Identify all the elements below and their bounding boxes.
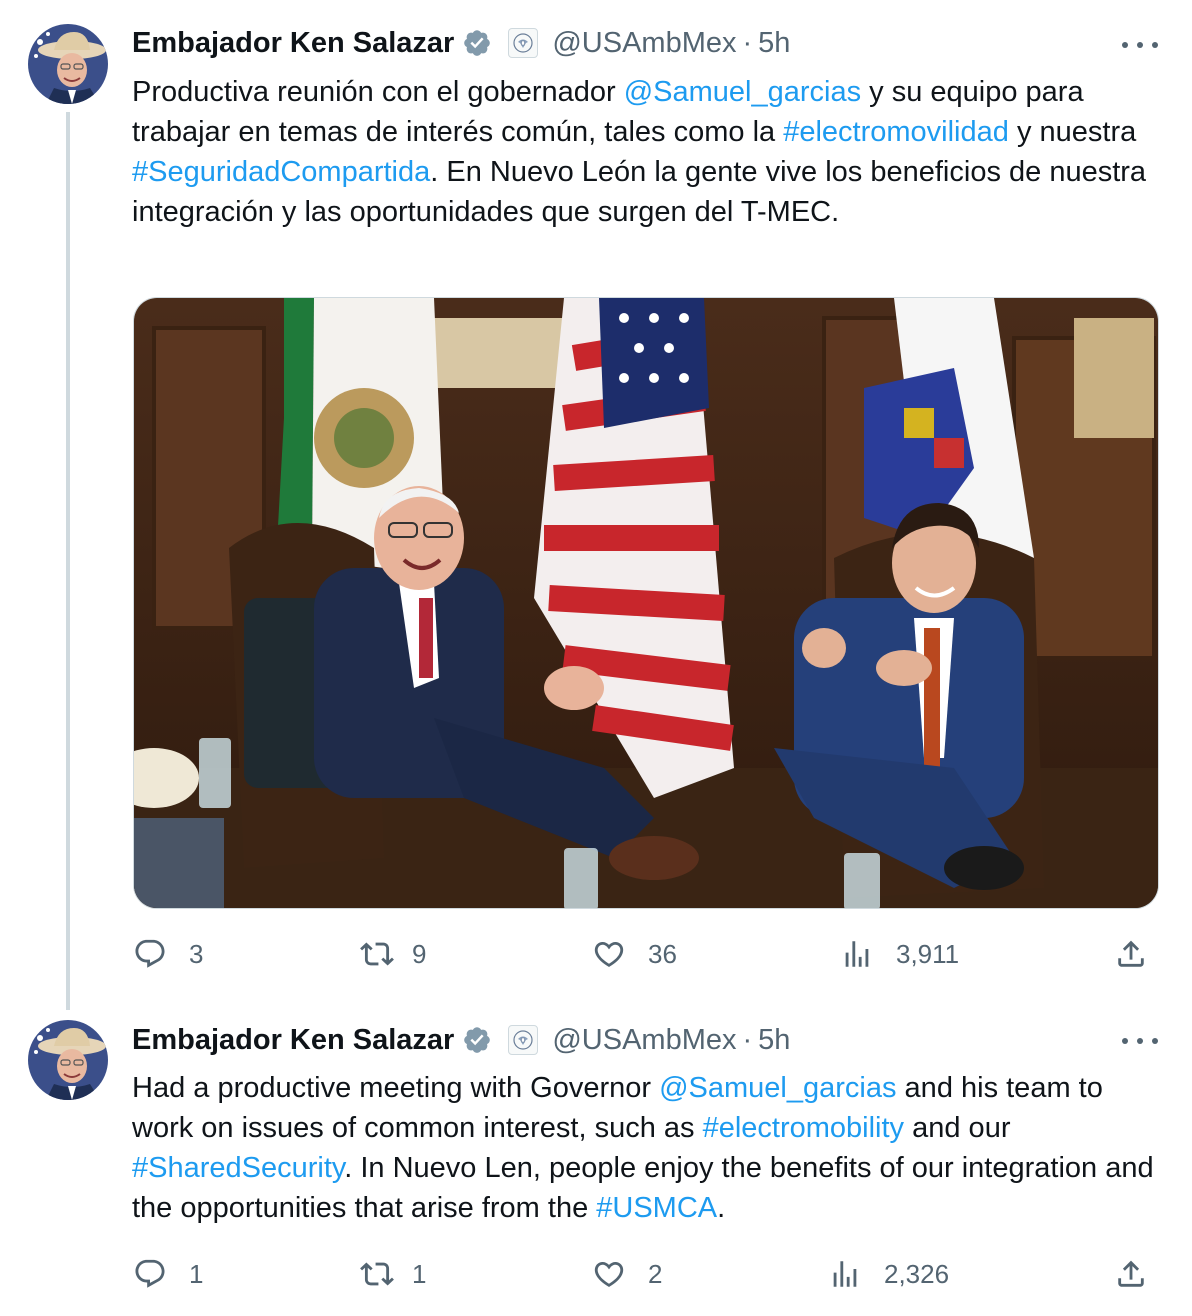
tweet-text: Productiva reunión con el gobernador @Sa…	[132, 72, 1162, 232]
timestamp[interactable]: 5h	[758, 27, 790, 60]
author-handle[interactable]: @USAmbMex	[552, 1024, 736, 1057]
mention-link[interactable]: @Samuel_garcias	[624, 76, 861, 108]
author-handle[interactable]: @USAmbMex	[552, 27, 736, 60]
timestamp[interactable]: 5h	[758, 1024, 790, 1057]
tweet-text-segment: Had a productive meeting with Governor	[132, 1072, 660, 1104]
share-icon	[1118, 940, 1144, 967]
reply-button[interactable]: 3	[133, 934, 203, 974]
reply-icon	[135, 1259, 165, 1288]
retweet-button[interactable]: 9	[360, 934, 426, 974]
separator-dot: ·	[742, 26, 753, 59]
reply-count: 3	[189, 938, 204, 969]
retweet-count: 1	[412, 1258, 427, 1289]
tweet-text-segment: and our	[904, 1112, 1011, 1144]
tweet-text: Had a productive meeting with Governor @…	[132, 1068, 1162, 1228]
views-icon	[833, 1261, 857, 1287]
views-icon	[845, 941, 869, 967]
avatar[interactable]	[28, 1020, 108, 1100]
tweet-text-segment: Productiva reunión con el gobernador	[132, 76, 624, 108]
tweet-actions: 1 1 2 2,326	[0, 1254, 1192, 1294]
like-button[interactable]: 2	[592, 1254, 662, 1294]
views-count: 3,911	[896, 938, 960, 969]
thread-connector-line	[66, 112, 70, 1010]
tweet-header: Embajador Ken Salazar @USAmbMex · 5h	[132, 1020, 790, 1060]
us-seal-icon[interactable]	[508, 1025, 539, 1055]
heart-icon	[594, 1261, 624, 1287]
avatar[interactable]	[28, 24, 108, 104]
retweet-icon	[360, 1262, 394, 1286]
separator-dot: ·	[742, 1023, 753, 1056]
author-name[interactable]: Embajador Ken Salazar	[132, 27, 454, 60]
heart-icon	[594, 941, 624, 967]
hashtag-link[interactable]: #electromobility	[703, 1112, 904, 1144]
verified-badge-icon[interactable]	[462, 28, 492, 58]
hashtag-link[interactable]: #USMCA	[596, 1192, 717, 1224]
share-button[interactable]	[1114, 1254, 1148, 1294]
retweet-icon	[360, 942, 394, 966]
more-options-icon[interactable]	[1122, 40, 1158, 50]
tweet-header: Embajador Ken Salazar @USAmbMex · 5h	[132, 23, 790, 63]
mention-link[interactable]: @Samuel_garcias	[659, 1072, 896, 1104]
tweet-text-segment: y nuestra	[1008, 116, 1137, 148]
author-name[interactable]: Embajador Ken Salazar	[132, 1024, 454, 1057]
us-seal-icon[interactable]	[508, 28, 539, 58]
verified-badge-icon[interactable]	[462, 1025, 492, 1055]
reply-icon	[135, 939, 165, 968]
like-count: 36	[648, 938, 677, 969]
like-button[interactable]: 36	[592, 934, 677, 974]
hashtag-link[interactable]: #SeguridadCompartida	[132, 156, 430, 188]
views-button[interactable]: 2,326	[828, 1254, 949, 1294]
tweet-actions: 3 9 36 3,911	[0, 934, 1192, 974]
tweet[interactable]: Embajador Ken Salazar @USAmbMex · 5h Pro…	[0, 0, 1192, 1010]
reply-button[interactable]: 1	[133, 1254, 203, 1294]
share-icon	[1118, 1260, 1144, 1287]
like-count: 2	[648, 1258, 663, 1289]
share-button[interactable]	[1114, 934, 1148, 974]
views-button[interactable]: 3,911	[840, 934, 959, 974]
retweet-button[interactable]: 1	[360, 1254, 426, 1294]
views-count: 2,326	[884, 1258, 950, 1289]
tweet[interactable]: Embajador Ken Salazar @USAmbMex · 5h Had…	[0, 1000, 1192, 1316]
tweet-photo[interactable]	[133, 297, 1159, 909]
tweet-text-segment: .	[717, 1192, 726, 1224]
hashtag-link[interactable]: #electromovilidad	[783, 116, 1009, 148]
reply-count: 1	[189, 1258, 204, 1289]
more-options-icon[interactable]	[1122, 1036, 1158, 1046]
retweet-count: 9	[412, 938, 427, 969]
hashtag-link[interactable]: #SharedSecurity	[132, 1152, 344, 1184]
